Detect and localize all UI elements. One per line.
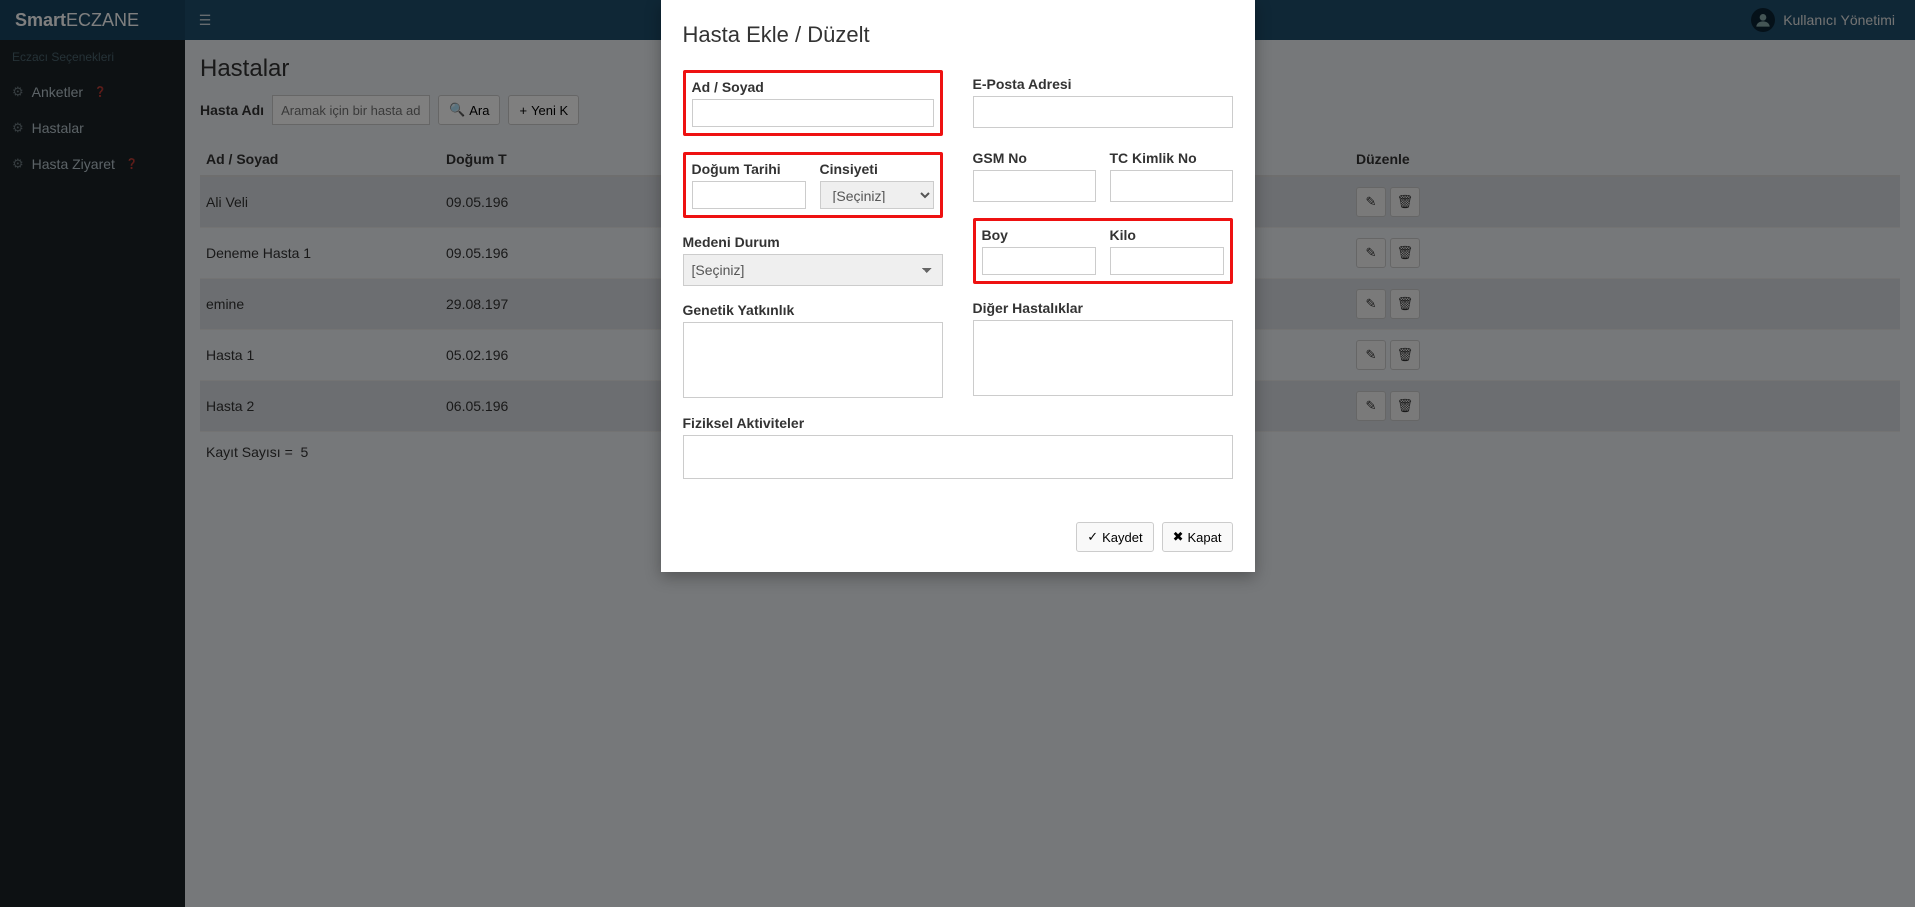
field-adsoyad: Ad / Soyad [692, 79, 934, 127]
field-eposta: E-Posta Adresi [973, 76, 1233, 128]
input-gsm[interactable] [973, 170, 1096, 202]
field-gsm: GSM No [973, 150, 1096, 202]
label-tckimlik: TC Kimlik No [1110, 150, 1233, 166]
label-genetik: Genetik Yatkınlık [683, 302, 943, 318]
label-eposta: E-Posta Adresi [973, 76, 1233, 92]
label-boy: Boy [982, 227, 1096, 243]
label-gsm: GSM No [973, 150, 1096, 166]
field-fiziksel: Fiziksel Aktiviteler [683, 415, 1233, 482]
label-medeni: Medeni Durum [683, 234, 943, 250]
input-boy[interactable] [982, 247, 1096, 275]
field-boy: Boy [982, 227, 1096, 275]
close-icon: ✖ [1173, 529, 1184, 545]
select-cinsiyet[interactable]: [Seçiniz] [820, 181, 934, 209]
highlight-boy-kilo: Boy Kilo [973, 218, 1233, 284]
input-tckimlik[interactable] [1110, 170, 1233, 202]
check-icon: ✓ [1087, 529, 1098, 545]
field-tckimlik: TC Kimlik No [1110, 150, 1233, 202]
input-kilo[interactable] [1110, 247, 1224, 275]
select-medeni[interactable]: [Seçiniz] [683, 254, 943, 286]
close-button[interactable]: ✖ Kapat [1162, 522, 1233, 552]
label-diger: Diğer Hastalıklar [973, 300, 1233, 316]
textarea-diger[interactable] [973, 320, 1233, 396]
patient-modal: Hasta Ekle / Düzelt Ad / Soyad Doğum Tar… [661, 0, 1255, 572]
field-diger: Diğer Hastalıklar [973, 300, 1233, 399]
label-adsoyad: Ad / Soyad [692, 79, 934, 95]
input-eposta[interactable] [973, 96, 1233, 128]
label-cinsiyet: Cinsiyeti [820, 161, 934, 177]
input-adsoyad[interactable] [692, 99, 934, 127]
save-button-label: Kaydet [1102, 530, 1142, 545]
modal-title: Hasta Ekle / Düzelt [683, 22, 1233, 48]
save-button[interactable]: ✓ Kaydet [1076, 522, 1153, 552]
modal-footer: ✓ Kaydet ✖ Kapat [683, 522, 1233, 552]
label-fiziksel: Fiziksel Aktiviteler [683, 415, 1233, 431]
field-medeni: Medeni Durum [Seçiniz] [683, 234, 943, 286]
field-kilo: Kilo [1110, 227, 1224, 275]
field-dogum: Doğum Tarihi [692, 161, 806, 209]
label-kilo: Kilo [1110, 227, 1224, 243]
textarea-genetik[interactable] [683, 322, 943, 398]
highlight-dogum-cinsiyet: Doğum Tarihi Cinsiyeti [Seçiniz] [683, 152, 943, 218]
close-button-label: Kapat [1188, 530, 1222, 545]
label-dogum: Doğum Tarihi [692, 161, 806, 177]
field-cinsiyet: Cinsiyeti [Seçiniz] [820, 161, 934, 209]
highlight-adsoyad: Ad / Soyad [683, 70, 943, 136]
field-genetik: Genetik Yatkınlık [683, 302, 943, 401]
input-dogum[interactable] [692, 181, 806, 209]
textarea-fiziksel[interactable] [683, 435, 1233, 479]
